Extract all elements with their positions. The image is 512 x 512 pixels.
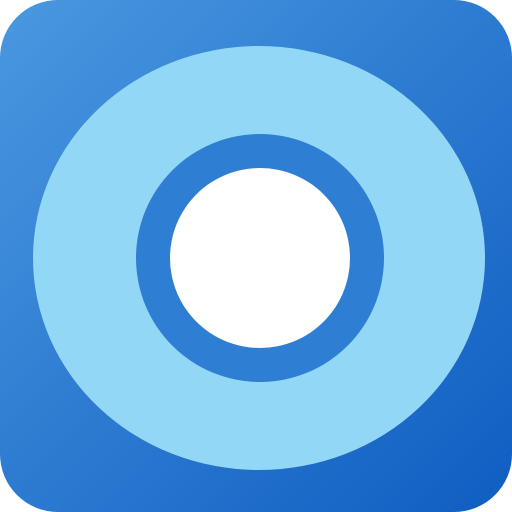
icon-canvas [0, 0, 512, 512]
center-dot-shape [170, 168, 350, 348]
target-ring-app-icon[interactable] [0, 0, 512, 512]
